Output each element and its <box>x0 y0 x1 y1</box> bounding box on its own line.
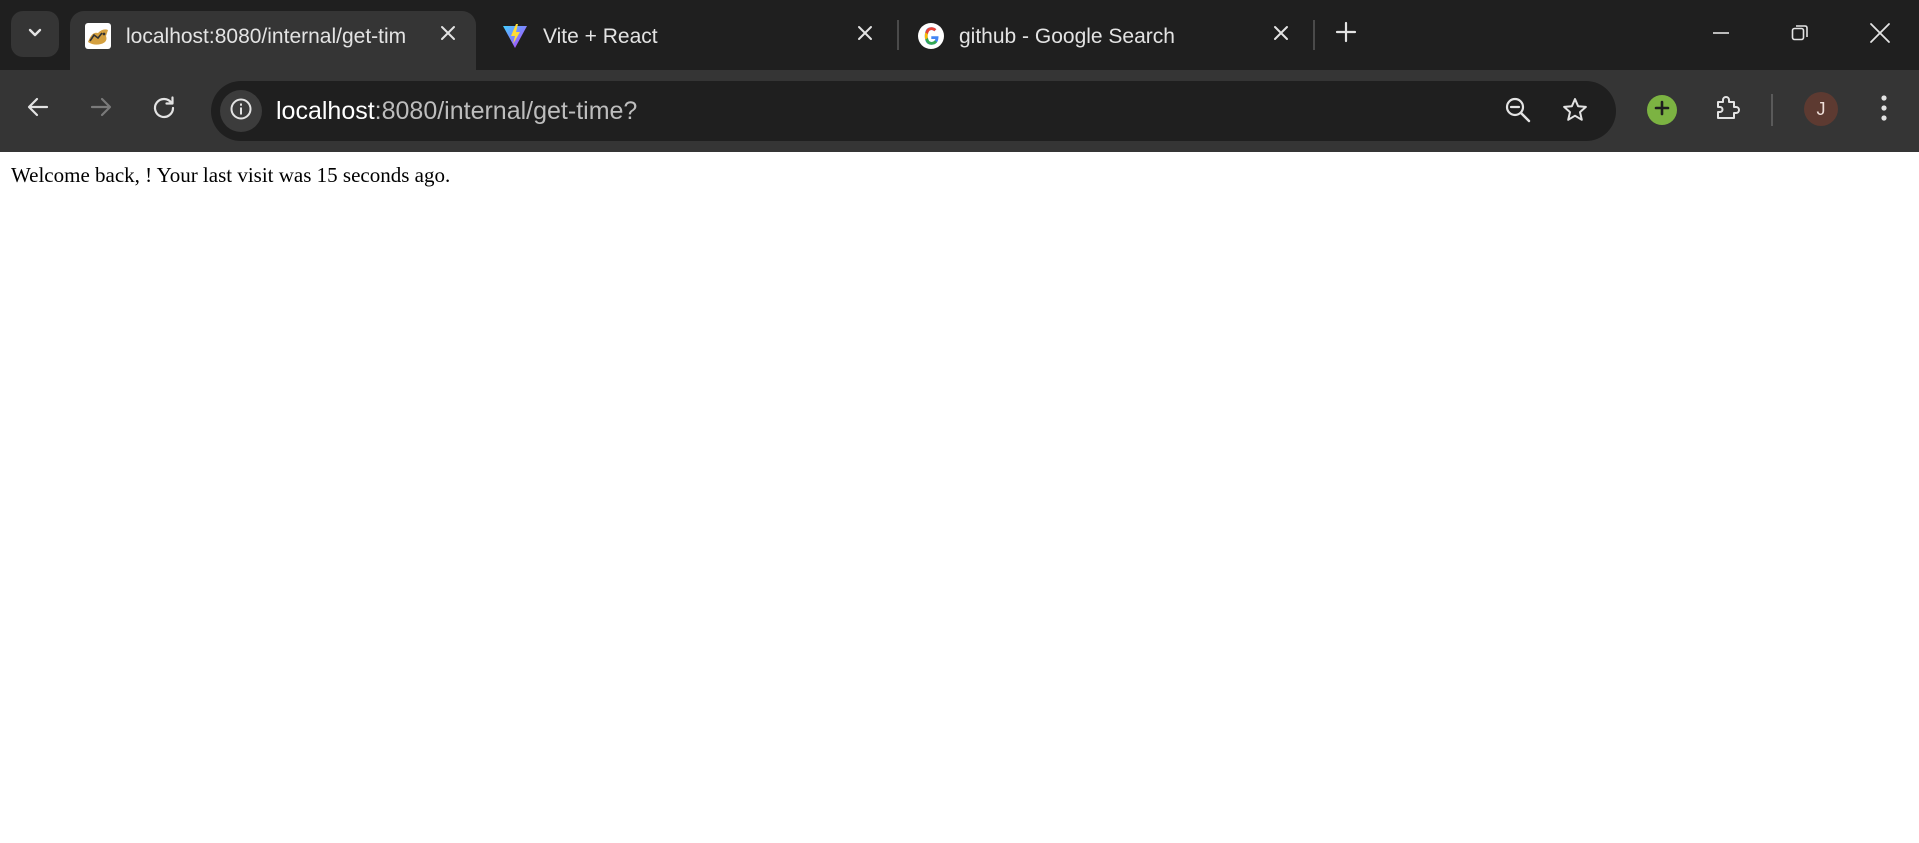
zoom-button[interactable] <box>1500 94 1536 130</box>
url-text[interactable]: localhost:8080/internal/get-time? <box>276 96 637 126</box>
welcome-message: Welcome back, ! Your last visit was 15 s… <box>11 163 451 187</box>
restore-button[interactable] <box>1780 16 1820 54</box>
close-window-button[interactable] <box>1860 16 1900 54</box>
close-icon <box>1869 22 1891 49</box>
arrow-left-icon <box>25 94 51 125</box>
close-icon <box>856 24 874 48</box>
vite-icon <box>501 22 529 50</box>
extension-button[interactable] <box>1647 95 1677 125</box>
close-tab-button[interactable] <box>852 23 878 49</box>
close-tab-button[interactable] <box>435 23 461 49</box>
tab-google-search[interactable]: github - Google Search <box>903 11 1311 70</box>
url-host: localhost <box>276 97 375 125</box>
tab-title: localhost:8080/internal/get-tim <box>126 25 407 48</box>
site-info-button[interactable] <box>220 90 262 132</box>
extensions-menu-button[interactable] <box>1707 90 1747 130</box>
avatar-initial: J <box>1816 98 1826 119</box>
chevron-down-icon <box>25 22 45 47</box>
tab-separator <box>1313 20 1315 50</box>
new-tab-button[interactable] <box>1330 18 1362 50</box>
plus-icon <box>1335 21 1357 48</box>
reload-button[interactable] <box>144 89 184 129</box>
puzzle-icon <box>1712 93 1742 128</box>
browser-toolbar: localhost:8080/internal/get-time? J <box>0 70 1919 152</box>
close-tab-button[interactable] <box>1268 23 1294 49</box>
page-content: Welcome back, ! Your last visit was 15 s… <box>0 152 1919 843</box>
tab-title: Vite + React <box>543 25 658 48</box>
info-icon <box>229 97 253 126</box>
toolbar-separator <box>1771 94 1773 126</box>
tab-strip: localhost:8080/internal/get-tim Vite + R… <box>0 0 1919 70</box>
minimize-icon <box>1711 23 1731 48</box>
forward-button[interactable] <box>81 89 121 129</box>
tab-localhost[interactable]: localhost:8080/internal/get-tim <box>70 11 476 70</box>
bookmark-button[interactable] <box>1557 94 1593 130</box>
close-icon <box>439 24 457 48</box>
tab-title: github - Google Search <box>959 25 1175 48</box>
address-bar[interactable]: localhost:8080/internal/get-time? <box>211 81 1616 141</box>
restore-icon <box>1790 23 1810 48</box>
browser-menu-button[interactable] <box>1864 90 1904 130</box>
back-button[interactable] <box>18 89 58 129</box>
zoom-out-icon <box>1504 96 1532 129</box>
star-icon <box>1561 96 1589 129</box>
tab-search-button[interactable] <box>11 11 59 57</box>
close-icon <box>1272 24 1290 48</box>
tab-separator <box>897 20 899 50</box>
minimize-button[interactable] <box>1701 16 1741 54</box>
tomcat-icon <box>84 22 112 50</box>
profile-avatar[interactable]: J <box>1804 92 1838 126</box>
google-icon <box>917 22 945 50</box>
more-vert-icon <box>1879 93 1889 128</box>
tab-vite-react[interactable]: Vite + React <box>487 11 895 70</box>
plus-icon <box>1653 99 1671 122</box>
browser-chrome: localhost:8080/internal/get-tim Vite + R… <box>0 0 1919 152</box>
url-path: :8080/internal/get-time? <box>374 97 638 125</box>
reload-icon <box>151 94 177 125</box>
arrow-right-icon <box>88 94 114 125</box>
